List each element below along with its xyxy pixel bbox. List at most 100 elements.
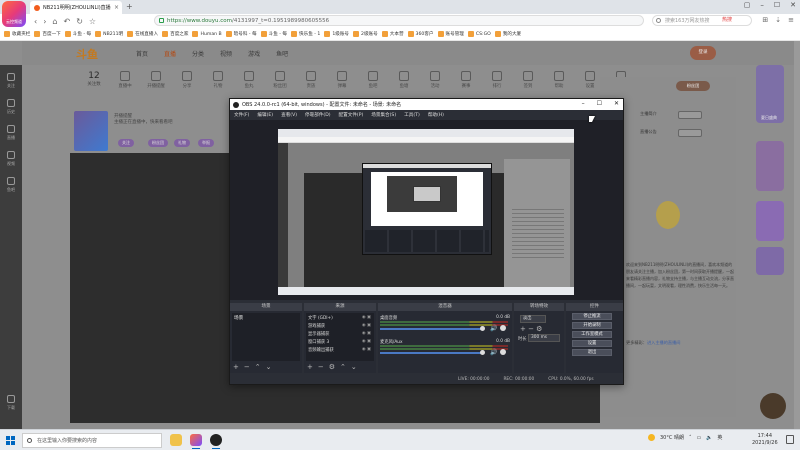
fans-button[interactable]: 粉丝团 bbox=[676, 81, 710, 91]
browser-tab[interactable]: NB211明明(ZHOULINLI)直播 × bbox=[30, 1, 122, 14]
bookmark-item[interactable]: 百度一下 bbox=[34, 31, 61, 37]
refresh-icon[interactable]: ↻ bbox=[76, 17, 83, 26]
taskbar-search-input[interactable]: 在这里输入你要搜索的内容 bbox=[22, 433, 162, 448]
speaker-icon[interactable]: 🔊 bbox=[490, 349, 497, 356]
file-explorer-icon[interactable] bbox=[170, 434, 182, 446]
category-item[interactable]: 直播中 bbox=[113, 71, 137, 99]
volume-knob[interactable] bbox=[480, 350, 485, 355]
promo-card[interactable] bbox=[756, 247, 784, 275]
menu-tools[interactable]: 工具(T) bbox=[404, 112, 420, 118]
gear-icon[interactable] bbox=[500, 325, 506, 331]
move-down-icon[interactable]: ⌄ bbox=[266, 363, 272, 371]
undo-icon[interactable]: ↶ bbox=[63, 17, 70, 26]
site-logo[interactable]: 斗鱼 bbox=[76, 46, 98, 62]
category-item[interactable]: 鱼吧 bbox=[361, 71, 385, 99]
hot-search-label[interactable]: 热搜 bbox=[722, 16, 732, 23]
right-item-button[interactable] bbox=[678, 111, 702, 119]
bookmark-item[interactable]: 快乐鱼 - 1 bbox=[291, 31, 320, 37]
menu-scene-collection[interactable]: 场景集合(S) bbox=[371, 112, 396, 118]
browser-taskbar-icon[interactable] bbox=[190, 434, 202, 449]
eye-lock-icon[interactable]: ◉ ▣ bbox=[362, 315, 371, 320]
forward-icon[interactable]: › bbox=[43, 17, 46, 26]
bookmark-item[interactable]: Human B bbox=[192, 31, 222, 37]
move-up-icon[interactable]: ⌃ bbox=[255, 363, 261, 371]
obs-minimize-button[interactable]: – bbox=[582, 100, 585, 107]
tag-report[interactable]: 举报 bbox=[198, 139, 214, 147]
tray-chevron-icon[interactable]: ˄ bbox=[689, 435, 692, 441]
category-item[interactable]: 鱼丸 bbox=[237, 71, 261, 99]
bookmark-item[interactable]: 360客户 bbox=[407, 31, 434, 37]
category-item[interactable]: 分享 bbox=[175, 71, 199, 99]
windows-start-icon[interactable] bbox=[6, 436, 15, 445]
scenes-list[interactable]: 场景 bbox=[232, 313, 300, 361]
move-down-icon[interactable]: ⌄ bbox=[351, 363, 357, 371]
promo-card[interactable] bbox=[756, 201, 784, 241]
bookmark-item[interactable]: 暗号科 - 每 bbox=[225, 31, 257, 37]
source-item[interactable]: 文字 (GDI+) bbox=[308, 315, 333, 321]
new-tab-button[interactable]: + bbox=[126, 2, 133, 11]
bookmark-item[interactable]: NB211明 bbox=[95, 31, 123, 37]
eye-lock-icon[interactable]: ◉ ▣ bbox=[362, 323, 371, 328]
browser-search-input[interactable]: 搜索163万网友热搜 bbox=[652, 15, 752, 26]
source-item[interactable]: 窗口捕获 3 bbox=[308, 339, 329, 345]
category-item[interactable]: 排行 bbox=[485, 71, 509, 99]
streamer-avatar[interactable] bbox=[74, 111, 108, 151]
rail-item-live[interactable]: 直播 bbox=[0, 125, 22, 141]
menu-view[interactable]: 查看(V) bbox=[281, 112, 297, 118]
rail-item-yuba[interactable]: 鱼吧 bbox=[0, 177, 22, 193]
sources-list[interactable]: 文字 (GDI+) ◉ ▣ 游戏捕获 ◉ ▣ 显示器捕获 ◉ ▣ 窗口捕获 3 ◉ ▣ … bbox=[306, 313, 374, 361]
eye-lock-icon[interactable]: ◉ ▣ bbox=[362, 331, 371, 336]
nav-live[interactable]: 直播 bbox=[164, 49, 176, 58]
browser-logo[interactable]: 云控频道 bbox=[2, 1, 26, 27]
add-scene-icon[interactable]: + bbox=[233, 363, 239, 371]
tag-fans[interactable]: 粉丝团 bbox=[148, 139, 168, 147]
notification-icon[interactable] bbox=[786, 435, 794, 444]
menu-docks[interactable]: 停靠部件(D) bbox=[305, 112, 331, 118]
ime-label[interactable]: 英 bbox=[717, 434, 722, 441]
exit-button[interactable]: 退出 bbox=[572, 349, 612, 356]
volume-knob[interactable] bbox=[480, 326, 485, 331]
category-item[interactable]: 鱼塘 bbox=[392, 71, 416, 99]
minimize-button[interactable]: – bbox=[760, 1, 764, 9]
menu-file[interactable]: 文件(F) bbox=[234, 112, 249, 118]
taskbar-clock[interactable]: 17:44 2021/9/26 bbox=[752, 433, 778, 447]
favorite-star-icon[interactable]: ☆ bbox=[89, 17, 96, 26]
bookmark-item[interactable]: 收藏夹栏 bbox=[4, 31, 30, 37]
nav-yuba[interactable]: 鱼吧 bbox=[276, 49, 288, 58]
close-window-button[interactable]: ✕ bbox=[790, 1, 796, 9]
maximize-button[interactable]: ☐ bbox=[774, 1, 780, 9]
bookmark-item[interactable]: 1级账号 bbox=[324, 31, 349, 37]
close-tab-icon[interactable]: × bbox=[114, 4, 122, 11]
remove-source-icon[interactable]: − bbox=[318, 363, 324, 371]
tag-gift[interactable]: 礼物 bbox=[174, 139, 190, 147]
obs-maximize-button[interactable]: ☐ bbox=[597, 100, 602, 107]
source-settings-icon[interactable]: ⚙ bbox=[329, 363, 335, 371]
menu-profile[interactable]: 配置文件(P) bbox=[339, 112, 364, 118]
rail-item-download[interactable]: 下载 bbox=[0, 395, 22, 411]
extensions-icon[interactable]: ⊞ bbox=[762, 16, 768, 24]
back-icon[interactable]: ‹ bbox=[34, 17, 37, 26]
bookmark-item[interactable]: CS:GO bbox=[467, 31, 491, 37]
bookmark-item[interactable]: 我的大厦 bbox=[494, 31, 521, 37]
bookmark-item[interactable]: 在线直播入 bbox=[127, 31, 158, 37]
menu-help[interactable]: 帮助(H) bbox=[428, 112, 444, 118]
obs-preview-canvas[interactable] bbox=[278, 129, 574, 295]
rail-item-video[interactable]: 视频 bbox=[0, 151, 22, 167]
rail-item-follow[interactable]: 关注 bbox=[0, 73, 22, 89]
add-transition-icon[interactable]: + − ⚙ bbox=[520, 325, 542, 333]
home-icon[interactable]: ⌂ bbox=[52, 17, 57, 26]
speaker-icon[interactable]: 🔊 bbox=[490, 325, 497, 332]
menu-icon[interactable]: ≡ bbox=[788, 16, 794, 24]
login-button[interactable]: 登录 bbox=[690, 46, 716, 60]
category-item[interactable]: 礼物 bbox=[206, 71, 230, 99]
remove-scene-icon[interactable]: − bbox=[244, 363, 250, 371]
tag-follow[interactable]: 关注 bbox=[118, 139, 134, 147]
source-item[interactable]: 游戏捕获 bbox=[308, 323, 325, 329]
category-item[interactable]: 弹幕 bbox=[330, 71, 354, 99]
category-item[interactable]: 贵族 bbox=[299, 71, 323, 99]
obs-close-button[interactable]: ✕ bbox=[614, 100, 619, 107]
bookmark-item[interactable]: 2级账号 bbox=[353, 31, 378, 37]
network-icon[interactable]: ▭ bbox=[696, 435, 701, 441]
category-item[interactable]: 开播提醒 bbox=[144, 71, 168, 99]
nav-home[interactable]: 首页 bbox=[136, 49, 148, 58]
